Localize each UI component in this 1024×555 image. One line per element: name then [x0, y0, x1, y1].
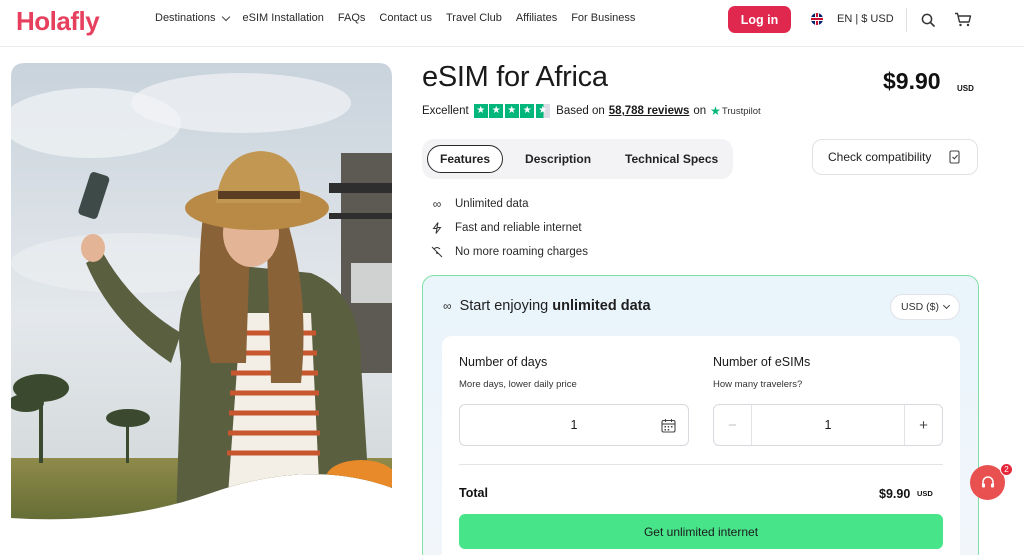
holafly-logo[interactable]: Holafly	[16, 6, 100, 37]
days-value: 1	[570, 418, 578, 432]
rating-on: on	[693, 105, 707, 117]
order-form: Number of days More days, lower daily pr…	[442, 336, 960, 555]
card-heading-bold: unlimited data	[552, 298, 651, 314]
header-divider	[906, 8, 907, 32]
esims-subtitle: How many travelers?	[713, 379, 803, 390]
total-label: Total	[459, 486, 488, 500]
login-button[interactable]: Log in	[728, 6, 791, 33]
language-selector[interactable]: EN | $ USD	[811, 13, 894, 25]
chevron-down-icon	[221, 12, 230, 21]
star-icon: ★	[520, 104, 535, 118]
esims-value[interactable]: 1	[752, 405, 904, 445]
check-compatibility-button[interactable]: Check compatibility	[812, 139, 978, 175]
feature-list: ∞ Unlimited data Fast and reliable inter…	[430, 192, 588, 264]
feature-label: Unlimited data	[455, 198, 529, 210]
nav-contact-us[interactable]: Contact us	[379, 12, 432, 24]
tab-technical-specs[interactable]: Technical Specs	[613, 145, 730, 173]
star-icon: ★	[473, 104, 488, 118]
hero-image-traveler	[11, 63, 392, 520]
search-icon[interactable]	[921, 13, 935, 27]
product-tabs: Features Description Technical Specs	[422, 139, 733, 179]
esims-title: Number of eSIMs	[713, 355, 811, 369]
language-label: EN | $ USD	[837, 13, 894, 25]
feature-label: Fast and reliable internet	[455, 222, 582, 234]
trustpilot-label: Trustpilot	[721, 105, 761, 117]
decrement-button[interactable]: −	[714, 405, 752, 445]
product-price-currency: USD	[957, 84, 974, 93]
currency-select[interactable]: USD ($)	[890, 294, 960, 320]
total-price: $9.90	[879, 487, 911, 501]
card-heading: ∞ Start enjoying unlimited data	[443, 298, 651, 314]
main-nav: Destinations eSIM Installation FAQs Cont…	[155, 12, 649, 24]
esims-stepper: − 1 +	[713, 404, 943, 446]
increment-button[interactable]: +	[904, 405, 942, 445]
calendar-icon[interactable]	[661, 418, 676, 433]
uk-flag-icon	[811, 13, 823, 25]
rating-label: Excellent	[422, 105, 469, 117]
trustpilot-rating: Excellent ★ ★ ★ ★ ★ Based on 58,788 revi…	[422, 104, 761, 118]
days-input[interactable]: 1	[459, 404, 689, 446]
lightning-icon	[432, 222, 442, 234]
total-currency: USD	[917, 489, 933, 498]
days-subtitle: More days, lower daily price	[459, 379, 577, 390]
purchase-card: ∞ Start enjoying unlimited data USD ($) …	[422, 275, 979, 555]
feature-label: No more roaming charges	[455, 246, 588, 258]
days-title: Number of days	[459, 355, 548, 369]
infinity-icon: ∞	[432, 197, 442, 211]
feature-item: Fast and reliable internet	[430, 216, 588, 240]
rating-stars: ★ ★ ★ ★ ★	[473, 104, 552, 118]
divider	[459, 464, 943, 465]
reviews-link[interactable]: 58,788 reviews	[609, 105, 690, 117]
chat-icon	[981, 475, 994, 487]
nav-travel-club[interactable]: Travel Club	[446, 12, 502, 24]
tab-features[interactable]: Features	[427, 145, 504, 173]
chevron-down-icon	[942, 301, 950, 310]
chat-notification-badge: 2	[1000, 463, 1013, 476]
rating-based-on: Based on	[556, 105, 605, 117]
nav-esim-installation[interactable]: eSIM Installation	[243, 12, 324, 24]
nav-destinations-label: Destinations	[155, 12, 216, 24]
trustpilot-logo[interactable]: ★ Trustpilot	[710, 104, 760, 118]
nav-destinations[interactable]: Destinations	[155, 12, 230, 24]
nav-for-business[interactable]: For Business	[571, 12, 635, 24]
site-header: Holafly Destinations eSIM Installation F…	[0, 0, 1024, 47]
product-price: $9.90	[883, 68, 941, 94]
star-icon: ★	[489, 104, 504, 118]
no-roaming-icon	[431, 246, 443, 258]
star-icon: ★	[504, 104, 519, 118]
nav-affiliates[interactable]: Affiliates	[516, 12, 557, 24]
check-compatibility-label: Check compatibility	[828, 150, 932, 164]
half-star-icon: ★	[535, 104, 550, 118]
infinity-icon: ∞	[443, 299, 452, 313]
get-unlimited-internet-button[interactable]: Get unlimited internet	[459, 514, 943, 549]
feature-item: ∞ Unlimited data	[430, 192, 588, 216]
cart-icon[interactable]	[954, 12, 972, 27]
page-title: eSIM for Africa	[422, 61, 608, 93]
currency-select-value: USD ($)	[901, 301, 939, 313]
phone-check-icon	[949, 150, 960, 164]
nav-faqs[interactable]: FAQs	[338, 12, 366, 24]
feature-item: No more roaming charges	[430, 240, 588, 264]
card-heading-prefix: Start enjoying	[459, 298, 549, 314]
trustpilot-star-icon: ★	[710, 104, 721, 118]
tab-description[interactable]: Description	[513, 145, 603, 173]
